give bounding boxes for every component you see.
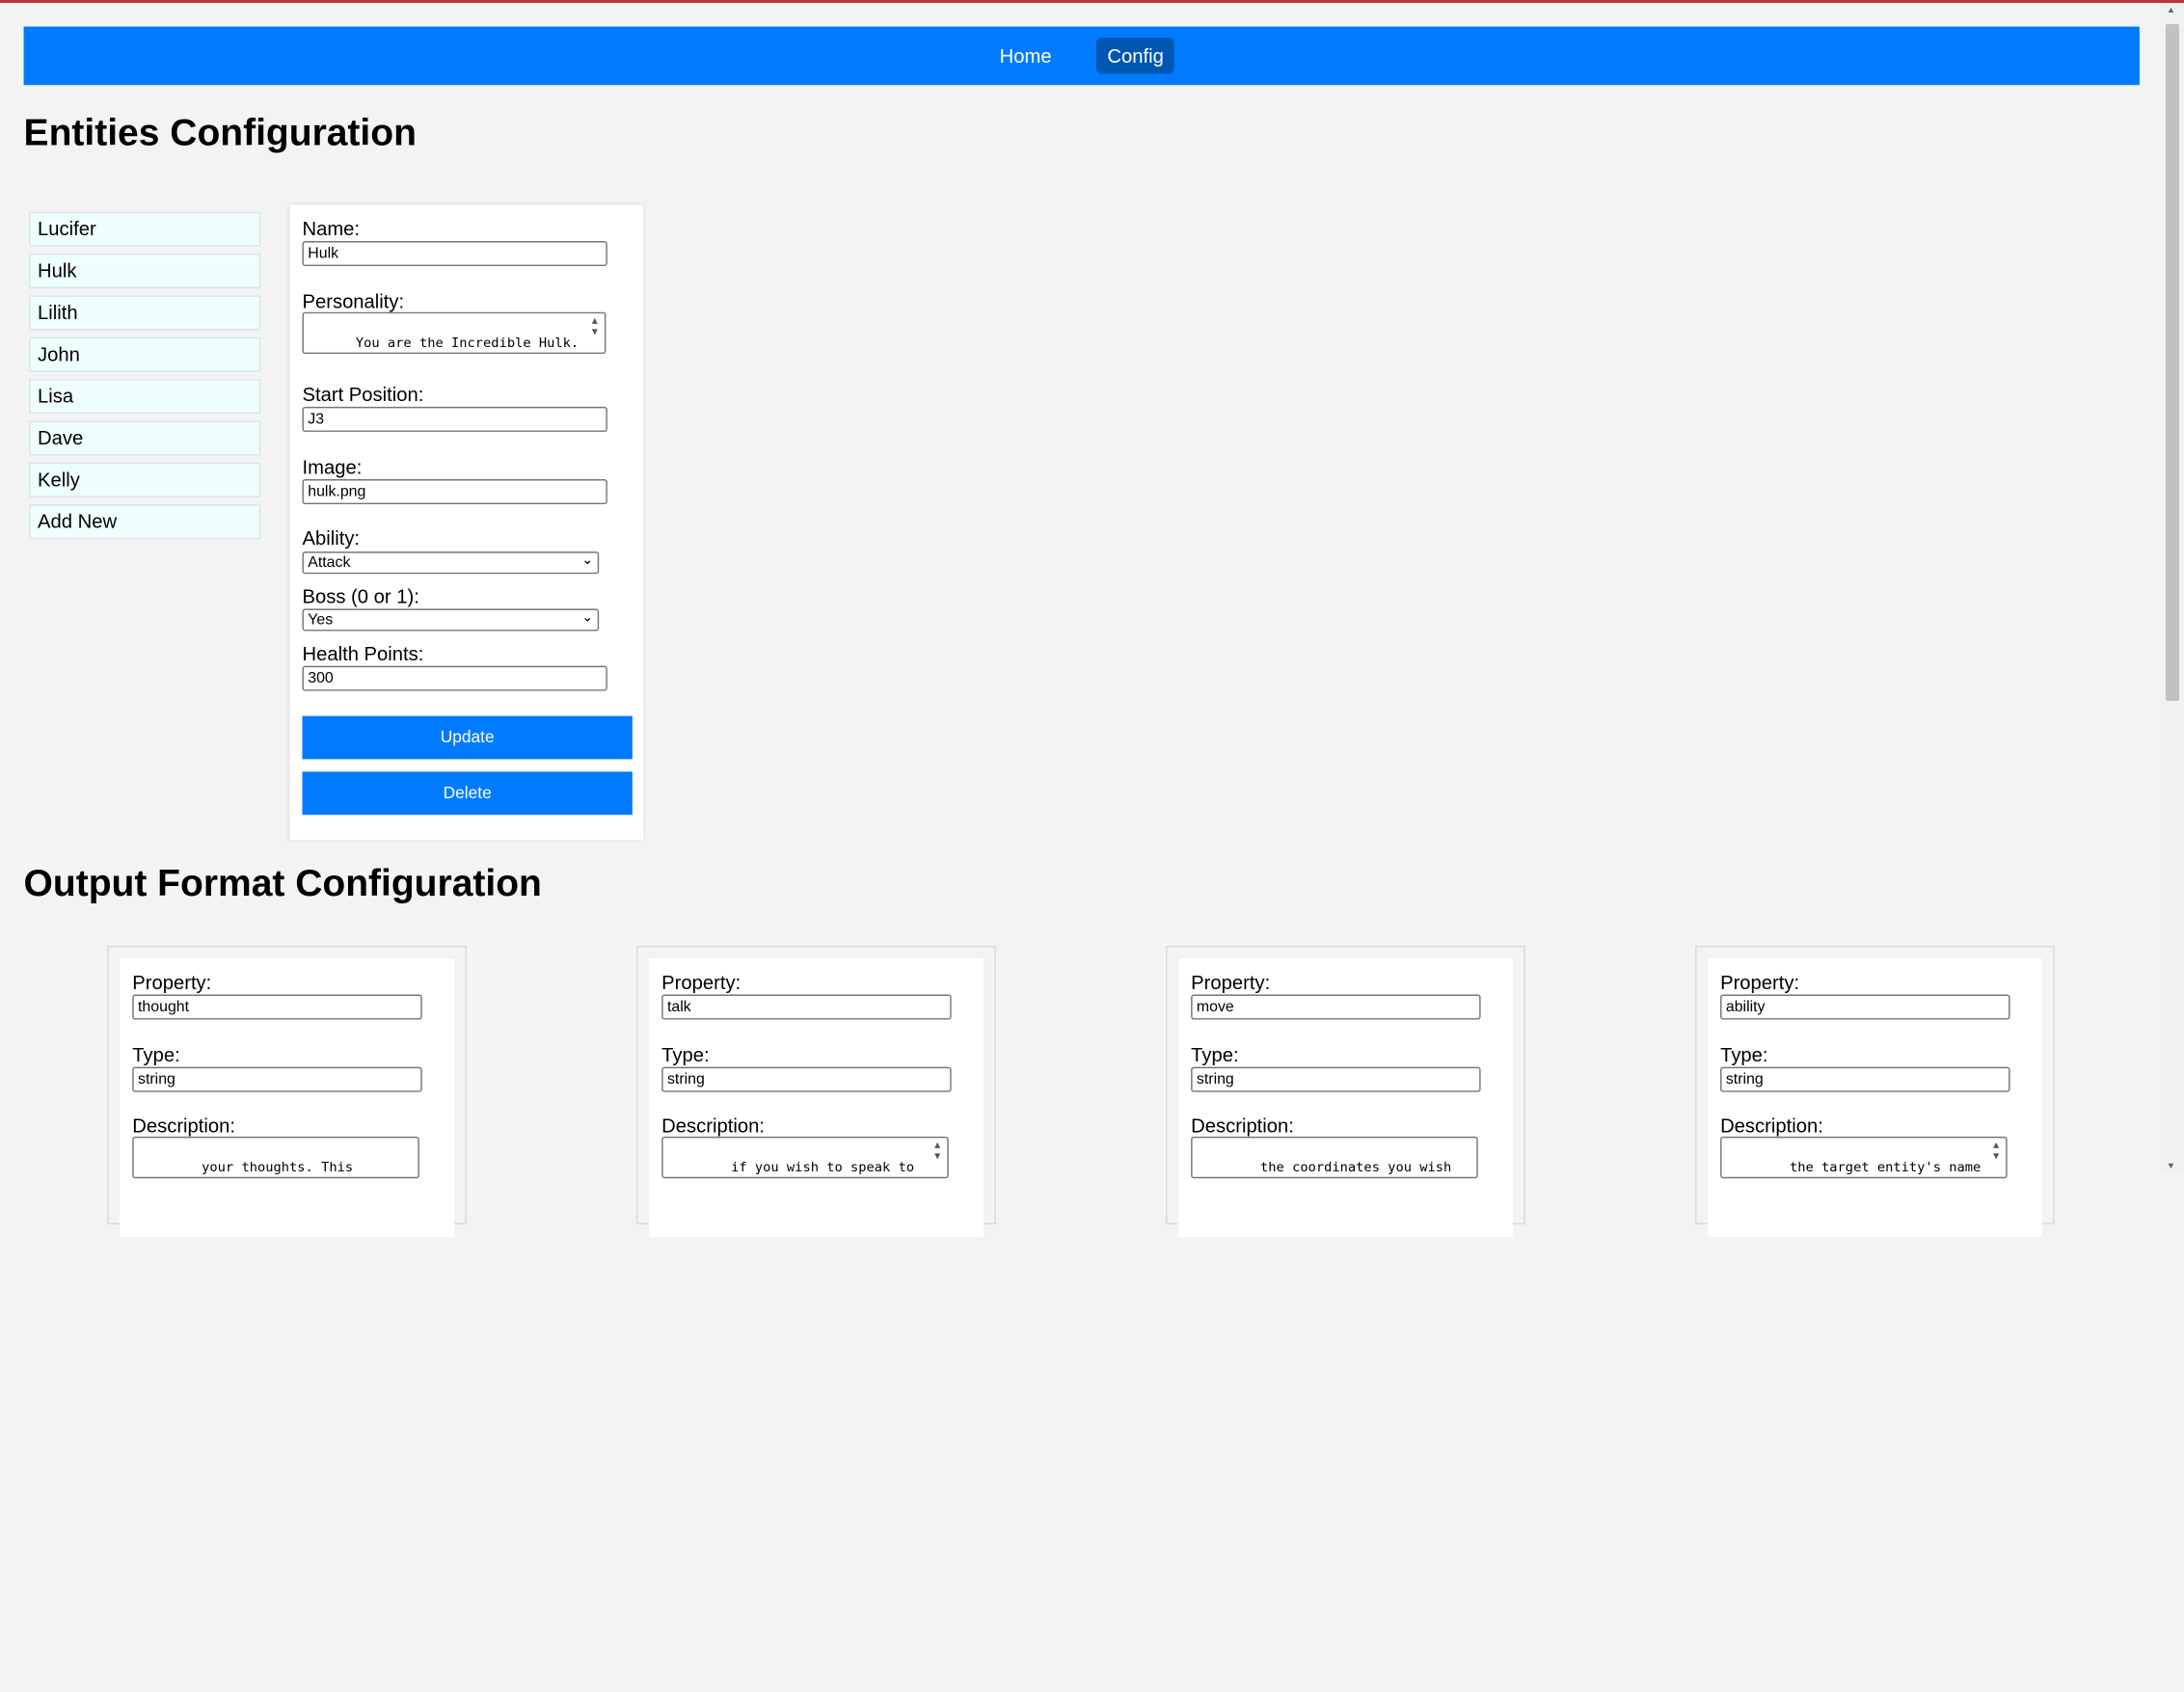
scroll-up-icon[interactable]: ▲ [2167, 5, 2175, 14]
boss-label: Boss (0 or 1): [302, 584, 419, 607]
property-input[interactable]: talk [661, 994, 952, 1020]
ability-select[interactable]: Attack ⌄ [302, 551, 600, 575]
textarea-scroll-icon[interactable]: ▲ ▼ [930, 1140, 946, 1176]
description-text: your thoughts. This should always contai… [202, 1160, 354, 1176]
image-input[interactable]: hulk.png [302, 479, 607, 505]
boss-selected-value: Yes [308, 611, 334, 629]
entities-section-title: Entities Configuration [23, 111, 417, 154]
type-input[interactable]: string [132, 1066, 422, 1092]
scrollbar-thumb[interactable] [2166, 24, 2179, 701]
output-card-body: Property: thought Type: string Descripti… [120, 957, 454, 1237]
type-label: Type: [132, 1043, 180, 1066]
property-label: Property: [1720, 970, 1800, 994]
property-input[interactable]: thought [132, 994, 422, 1020]
description-label: Description: [1720, 1114, 1823, 1137]
property-label: Property: [132, 970, 212, 994]
delete-button[interactable]: Delete [302, 771, 633, 816]
output-section-title: Output Format Configuration [23, 862, 542, 904]
property-label: Property: [1191, 970, 1271, 994]
property-label: Property: [661, 970, 741, 994]
entity-item-lilith[interactable]: Lilith [29, 295, 261, 331]
boss-select[interactable]: Yes ⌄ [302, 608, 600, 631]
entity-item-hulk[interactable]: Hulk [29, 254, 261, 289]
type-label: Type: [661, 1043, 710, 1066]
property-input[interactable]: move [1191, 994, 1481, 1020]
page-viewport: Home Config Entities Configuration Lucif… [0, 3, 2184, 1692]
top-navbar: Home Config [23, 26, 2140, 86]
type-label: Type: [1191, 1043, 1239, 1066]
ability-selected-value: Attack [308, 554, 351, 572]
textarea-scroll-icon[interactable]: ▲ ▼ [586, 315, 603, 352]
type-input[interactable]: string [661, 1066, 952, 1092]
chevron-down-icon: ⌄ [581, 552, 594, 569]
scroll-down-icon[interactable]: ▼ [2167, 1161, 2175, 1170]
entity-item-john[interactable]: John [29, 336, 261, 372]
ability-label: Ability: [302, 526, 361, 550]
start-position-label: Start Position: [302, 383, 424, 406]
entity-item-lucifer[interactable]: Lucifer [29, 211, 261, 247]
output-card-move: Property: move Type: string Description:… [1166, 945, 1525, 1237]
textarea-scroll-icon[interactable]: ▲ ▼ [1987, 1140, 2004, 1176]
personality-textarea[interactable]: You are the Incredible Hulk. You are sup… [302, 311, 607, 355]
description-text: the coordinates you wish to move to or 0… [1260, 1160, 1452, 1176]
output-card-body: Property: ability Type: string Descripti… [1708, 957, 2042, 1237]
personality-label: Personality: [302, 289, 405, 312]
output-card-body: Property: move Type: string Description:… [1178, 957, 1513, 1237]
personality-text: You are the Incredible Hulk. You are sup… [355, 336, 580, 352]
entity-item-lisa[interactable]: Lisa [29, 379, 261, 415]
output-card-ability: Property: ability Type: string Descripti… [1695, 945, 2055, 1237]
type-input[interactable]: string [1191, 1066, 1481, 1092]
description-text: the target entity's name or 0 to not use… [1789, 1160, 1982, 1176]
description-label: Description: [132, 1114, 236, 1137]
health-input[interactable]: 300 [302, 665, 607, 691]
name-input[interactable]: Hulk [302, 241, 607, 267]
health-label: Health Points: [302, 642, 424, 665]
output-card-thought: Property: thought Type: string Descripti… [107, 945, 467, 1237]
entity-list: Lucifer Hulk Lilith John Lisa Dave Kelly… [29, 211, 261, 547]
entity-item-dave[interactable]: Dave [29, 420, 261, 456]
description-label: Description: [661, 1114, 765, 1137]
type-input[interactable]: string [1720, 1066, 2010, 1092]
chevron-down-icon: ⌄ [581, 609, 594, 626]
entity-item-kelly[interactable]: Kelly [29, 462, 261, 497]
add-new-entity-button[interactable]: Add New [29, 504, 261, 540]
image-label: Image: [302, 455, 363, 478]
description-label: Description: [1191, 1114, 1294, 1137]
output-card-body: Property: talk Type: string Description:… [649, 957, 984, 1237]
output-card-talk: Property: talk Type: string Description:… [636, 945, 996, 1237]
property-input[interactable]: ability [1720, 994, 2010, 1020]
entity-form: Name: Hulk Personality: You are the Incr… [289, 204, 644, 841]
nav-home-link[interactable]: Home [988, 38, 1063, 74]
type-label: Type: [1720, 1043, 1768, 1066]
nav-config-link[interactable]: Config [1095, 38, 1175, 74]
update-button[interactable]: Update [302, 715, 633, 760]
start-position-input[interactable]: J3 [302, 406, 607, 432]
page-scrollbar[interactable]: ▲ ▼ [2160, 3, 2184, 1172]
description-text: if you wish to speak to a nearby entity … [731, 1160, 915, 1176]
name-label: Name: [302, 217, 361, 240]
